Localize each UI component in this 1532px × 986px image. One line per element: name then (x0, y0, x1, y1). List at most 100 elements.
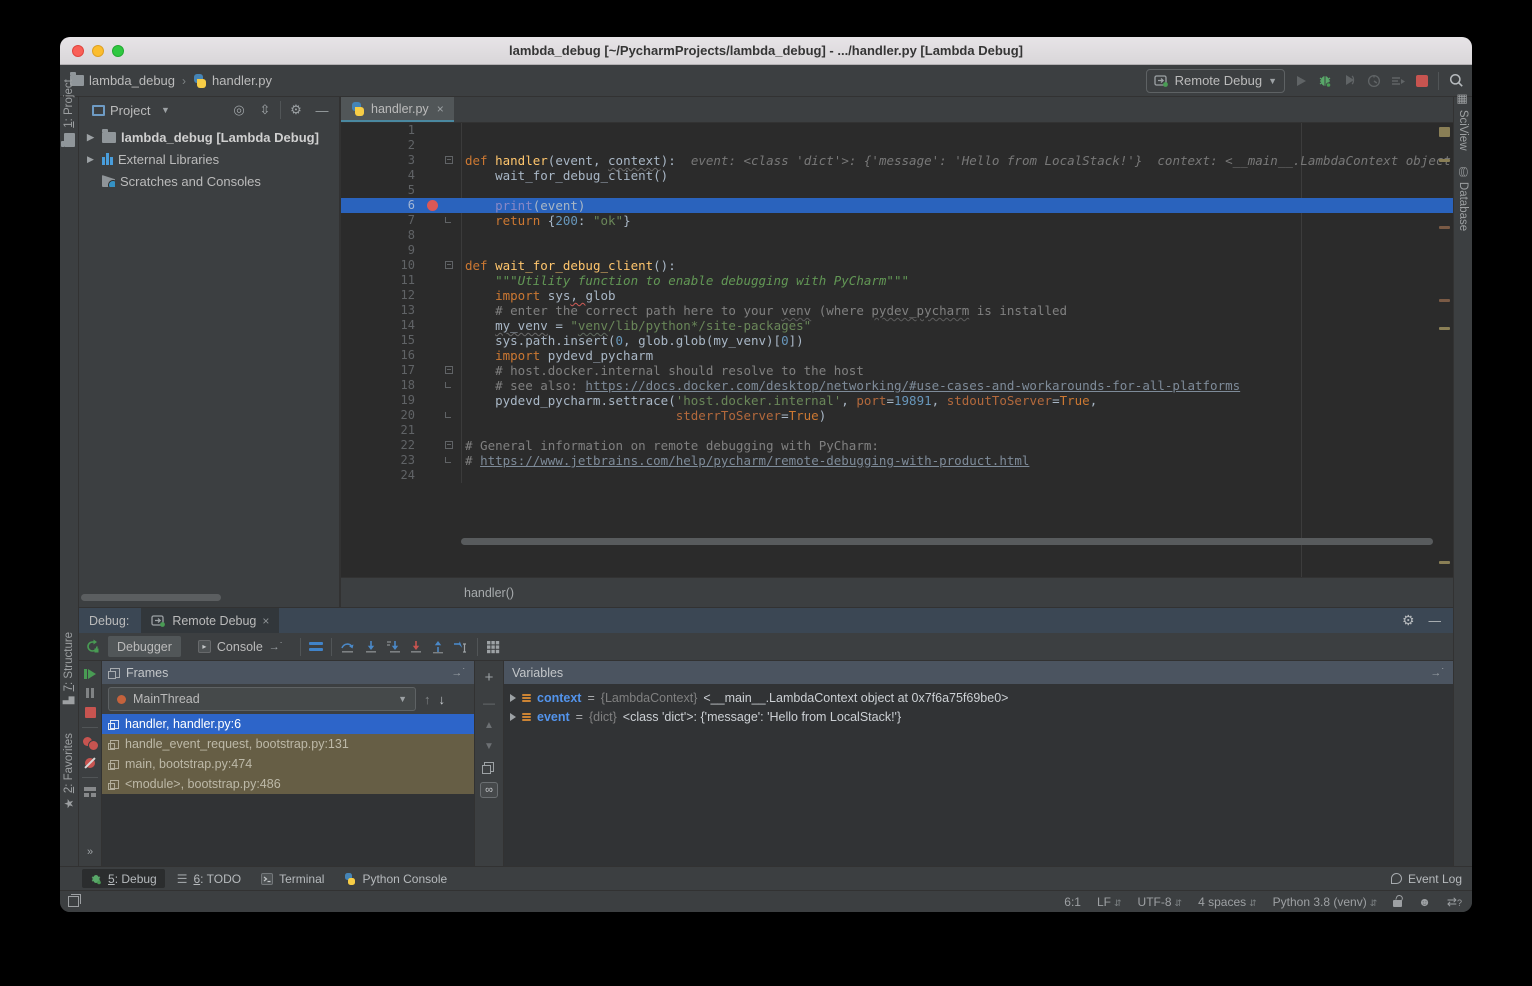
rerun-icon[interactable] (85, 639, 100, 654)
execution-line[interactable]: 6 print(event) (341, 198, 1453, 213)
gutter[interactable]: 9 (341, 243, 462, 258)
tool-button-sciview[interactable]: ▦SciView (1456, 84, 1470, 160)
project-tree-item[interactable]: Scratches and Consoles (79, 170, 339, 192)
duplicate-watch-icon[interactable] (484, 762, 494, 772)
add-watch-icon[interactable]: + (485, 669, 494, 686)
gutter[interactable]: 12 (341, 288, 462, 303)
code-line[interactable]: 20 stderrToServer=True) (341, 408, 1453, 423)
gear-icon[interactable]: ⚙ (1402, 612, 1415, 629)
gutter[interactable]: 17 (341, 363, 462, 378)
jump-to-prompt-icon[interactable]: →˙ (269, 641, 284, 653)
gutter[interactable]: 5 (341, 183, 462, 198)
code-line[interactable]: 24 (341, 468, 1453, 483)
gutter[interactable]: 21 (341, 423, 462, 438)
gutter[interactable]: 8 (341, 228, 462, 243)
event-log-button[interactable]: Event Log (1408, 872, 1462, 886)
close-tab-icon[interactable]: × (437, 102, 444, 116)
gutter[interactable]: 24 (341, 468, 462, 483)
more-icon[interactable]: » (87, 846, 93, 858)
force-step-into-icon[interactable] (386, 640, 401, 654)
gutter[interactable]: 18 (341, 378, 462, 393)
tool-window-button-pythonconsole[interactable]: Python Console (336, 869, 455, 888)
run-configuration-selector[interactable]: Remote Debug ▼ (1146, 69, 1285, 93)
fold-marker-icon[interactable] (445, 261, 453, 269)
variable-row[interactable]: context = {LambdaContext} <__main__.Lamb… (504, 688, 1453, 707)
breadcrumb-file[interactable]: handler.py (212, 73, 272, 88)
gear-icon[interactable]: ⚙ (285, 102, 307, 118)
code-line[interactable]: 17 # host.docker.internal should resolve… (341, 363, 1453, 378)
editor-error-stripe[interactable] (1437, 123, 1451, 577)
collapse-all-icon[interactable]: ⇳ (254, 102, 276, 118)
code-line[interactable]: 21 (341, 423, 1453, 438)
code-line[interactable]: 18 # see also: https://docs.docker.com/d… (341, 378, 1453, 393)
project-panel-title[interactable]: Project (110, 103, 150, 118)
tab-console[interactable]: ▸ Console →˙ (189, 636, 293, 657)
tool-button-database[interactable]: ⛁Database (1456, 161, 1470, 237)
gutter[interactable]: 22 (341, 438, 462, 453)
code-line[interactable]: 4 wait_for_debug_client() (341, 168, 1453, 183)
code-line[interactable]: 9 (341, 243, 1453, 258)
debug-button[interactable] (1317, 73, 1333, 88)
tool-window-button-terminal[interactable]: Terminal (253, 869, 332, 888)
code-line[interactable]: 16 import pydevd_pycharm (341, 348, 1453, 363)
close-session-icon[interactable]: × (262, 614, 269, 628)
gutter[interactable]: 7 (341, 213, 462, 228)
focus-on-frame-icon[interactable]: →˙ (451, 667, 466, 679)
gutter[interactable]: 1 (341, 123, 462, 138)
move-up-icon[interactable]: ▲ (484, 720, 494, 731)
sync-status-icon[interactable]: ⇄? (1447, 895, 1462, 909)
code-line[interactable]: 19 pydevd_pycharm.settrace('host.docker.… (341, 393, 1453, 408)
code-line[interactable]: 7 return {200: "ok"} (341, 213, 1453, 228)
code-line[interactable]: 3def handler(event, context): event: <cl… (341, 153, 1453, 168)
tool-button-structure[interactable]: ▙7: Structure (63, 618, 75, 718)
editor-horizontal-scrollbar[interactable] (461, 538, 1433, 545)
pause-program-icon[interactable] (86, 688, 94, 698)
gutter[interactable]: 11 (341, 273, 462, 288)
caret-position[interactable]: 6:1 (1064, 895, 1081, 909)
mute-breakpoints-icon[interactable] (85, 758, 95, 768)
focus-on-variables-icon[interactable]: →˙ (1430, 667, 1445, 679)
expand-arrow-icon[interactable] (510, 694, 516, 702)
fold-marker-icon[interactable] (445, 441, 453, 449)
line-ending-selector[interactable]: LF⇵ (1097, 895, 1122, 909)
fold-marker-icon[interactable] (445, 217, 451, 223)
smart-step-into-icon[interactable] (409, 640, 423, 654)
interpreter-selector[interactable]: Python 3.8 (venv)⇵ (1273, 895, 1378, 909)
code-line[interactable]: 12 import sys, glob (341, 288, 1453, 303)
zoom-window-button[interactable] (112, 45, 124, 57)
code-line[interactable]: 23# https://www.jetbrains.com/help/pycha… (341, 453, 1453, 468)
code-line[interactable]: 10def wait_for_debug_client(): (341, 258, 1453, 273)
code-line[interactable]: 13 # enter the correct path here to your… (341, 303, 1453, 318)
previous-frame-icon[interactable]: ↑ (424, 692, 431, 707)
encoding-selector[interactable]: UTF-8⇵ (1138, 895, 1183, 909)
thread-dropdown[interactable]: MainThread ▼ (108, 687, 416, 711)
view-breakpoints-icon[interactable] (83, 737, 97, 749)
run-with-coverage-button[interactable] (1343, 74, 1357, 87)
resume-program-icon[interactable] (84, 669, 96, 679)
tool-button-favorites[interactable]: ★2: Favorites (62, 721, 76, 821)
code-line[interactable]: 11 """Utility function to enable debuggi… (341, 273, 1453, 288)
gutter[interactable]: 3 (341, 153, 462, 168)
project-tree-item[interactable]: ▶External Libraries (79, 148, 339, 170)
hide-panel-icon[interactable]: — (1429, 614, 1442, 628)
run-concurrency-button[interactable] (1391, 75, 1406, 87)
code-line[interactable]: 14 my_venv = "venv/lib/python*/site-pack… (341, 318, 1453, 333)
breakpoint-icon[interactable] (427, 200, 438, 211)
stop-icon[interactable] (85, 707, 96, 718)
breadcrumb-project[interactable]: lambda_debug (89, 73, 175, 88)
gutter[interactable]: 13 (341, 303, 462, 318)
gutter[interactable]: 14 (341, 318, 462, 333)
tab-debugger[interactable]: Debugger (108, 636, 181, 657)
run-button[interactable] (1295, 75, 1307, 87)
highlighting-level-icon[interactable]: ☻ (1418, 895, 1431, 909)
fold-marker-icon[interactable] (445, 382, 451, 388)
step-into-icon[interactable] (364, 640, 378, 654)
code-line[interactable]: 22# General information on remote debugg… (341, 438, 1453, 453)
code-line[interactable]: 8 (341, 228, 1453, 243)
frame-row[interactable]: handler, handler.py:6 (102, 714, 474, 734)
gutter[interactable]: 4 (341, 168, 462, 183)
code-editor[interactable]: 12 3def handler(event, context): event: <… (341, 123, 1453, 577)
minimize-window-button[interactable] (92, 45, 104, 57)
profiler-button[interactable] (1367, 74, 1381, 88)
frame-row[interactable]: handle_event_request, bootstrap.py:131 (102, 734, 474, 754)
